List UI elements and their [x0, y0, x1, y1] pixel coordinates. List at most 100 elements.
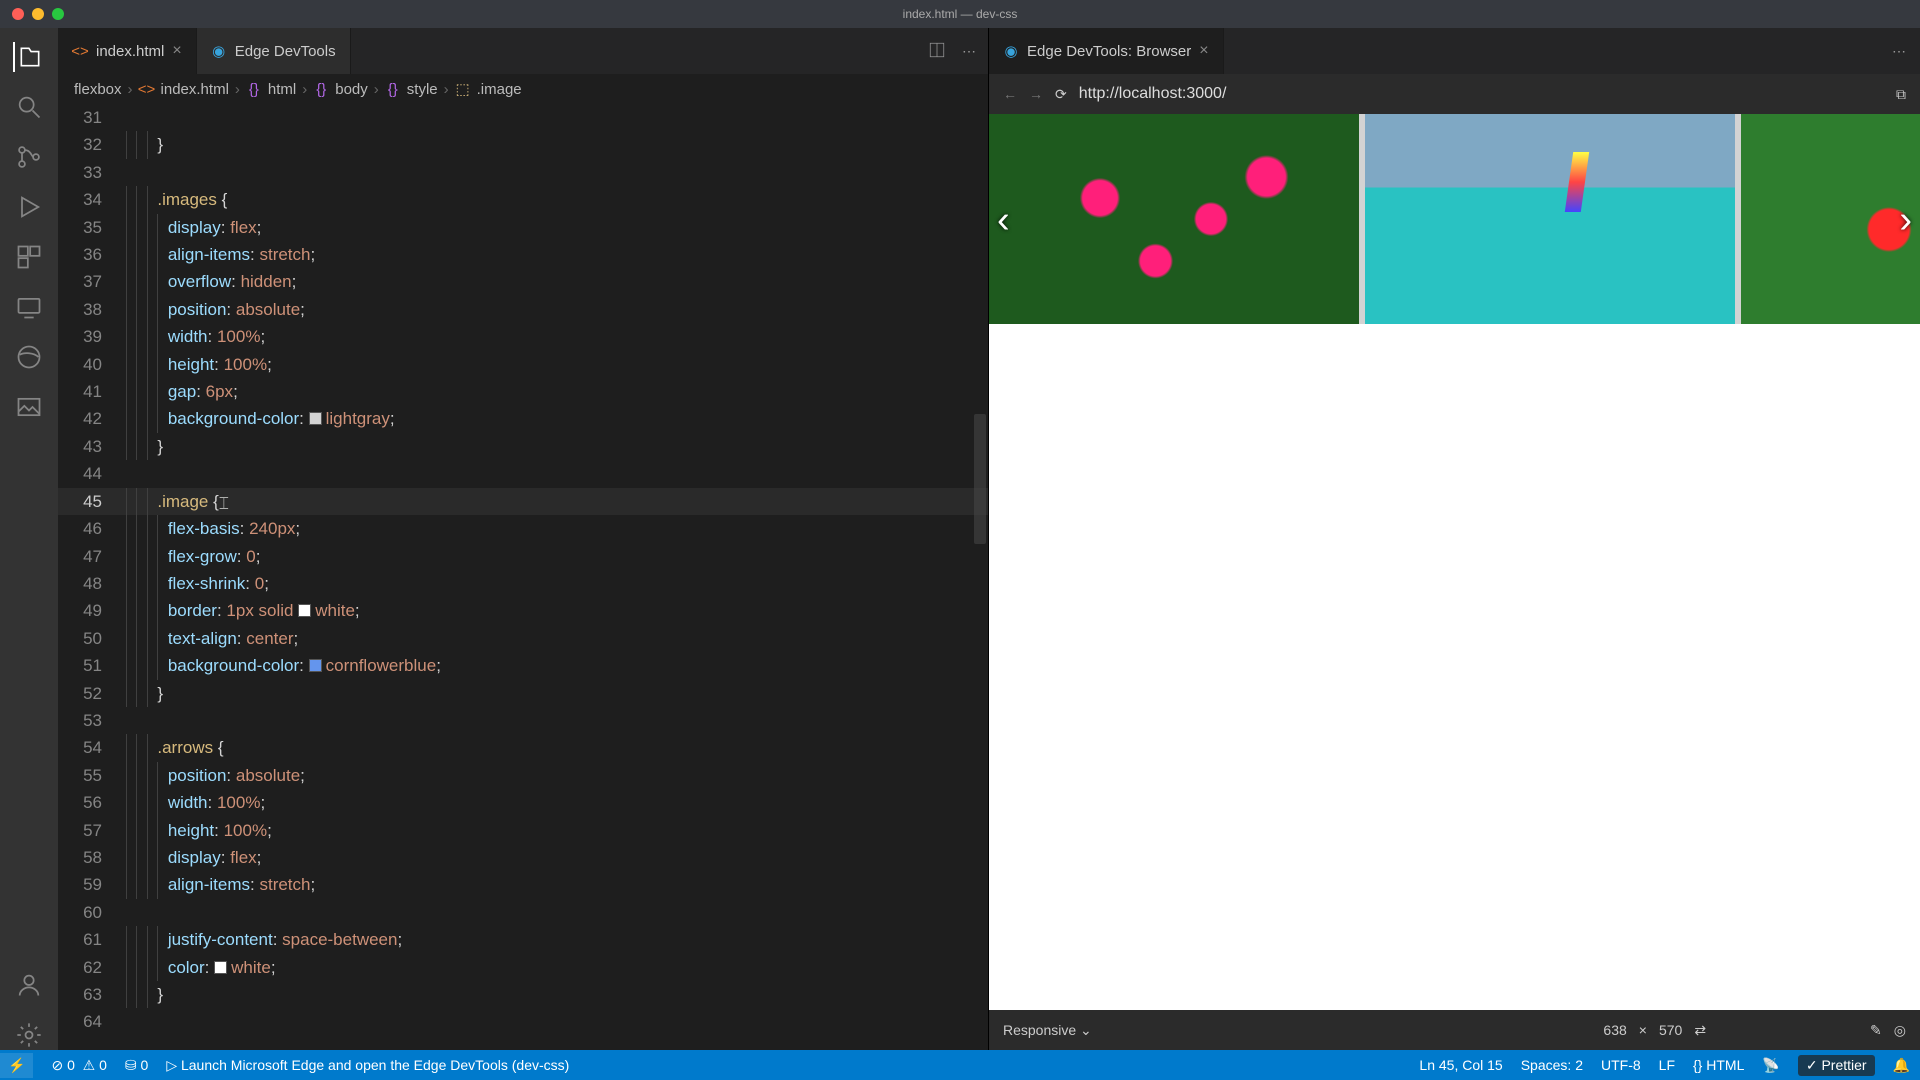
account-icon[interactable] — [14, 970, 44, 1000]
remote-icon[interactable] — [14, 292, 44, 322]
maximize-window-button[interactable] — [52, 8, 64, 20]
open-external-icon[interactable]: ⧉ — [1896, 86, 1906, 103]
code-line[interactable]: 39 width: 100%; — [58, 323, 988, 350]
code-line[interactable]: 38 position: absolute; — [58, 296, 988, 323]
code-line[interactable]: 55 position: absolute; — [58, 762, 988, 789]
inspect-icon[interactable]: ✎ — [1870, 1022, 1882, 1039]
code-line[interactable]: 47 flex-grow: 0; — [58, 543, 988, 570]
notifications-icon[interactable]: 🔔 — [1893, 1057, 1910, 1074]
editor-pane: <> index.html × ◉ Edge DevTools ⋯ flexbo… — [58, 28, 988, 1050]
code-line[interactable]: 41 gap: 6px; — [58, 378, 988, 405]
run-debug-icon[interactable] — [14, 192, 44, 222]
prettier-status[interactable]: ✓ Prettier — [1798, 1055, 1875, 1076]
preview-viewport[interactable]: ‹ › — [989, 114, 1920, 1010]
screencast-icon[interactable]: ◎ — [1894, 1022, 1906, 1039]
code-line[interactable]: 48 flex-shrink: 0; — [58, 570, 988, 597]
breadcrumb[interactable]: flexbox› <> index.html› {} html› {} body… — [58, 74, 988, 104]
activity-bar — [0, 28, 58, 1050]
more-actions-icon[interactable]: ⋯ — [1892, 43, 1906, 60]
preview-image — [1741, 114, 1920, 324]
code-line[interactable]: 58 display: flex; — [58, 844, 988, 871]
breadcrumb-item[interactable]: flexbox — [74, 81, 122, 98]
breadcrumb-item[interactable]: body — [335, 81, 368, 98]
url-bar[interactable]: http://localhost:3000/ — [1079, 85, 1884, 103]
preview-image — [989, 114, 1359, 324]
viewport-height[interactable]: 570 — [1659, 1022, 1682, 1038]
forward-button[interactable]: → — [1029, 86, 1043, 102]
code-line[interactable]: 62 color: white; — [58, 954, 988, 981]
code-block-icon: {} — [246, 81, 262, 97]
encoding-status[interactable]: UTF-8 — [1601, 1057, 1641, 1073]
minimize-window-button[interactable] — [32, 8, 44, 20]
language-mode[interactable]: {} HTML — [1693, 1057, 1744, 1073]
code-line[interactable]: 46 flex-basis: 240px; — [58, 515, 988, 542]
go-live-icon[interactable]: 📡 — [1762, 1057, 1779, 1074]
code-editor[interactable]: 3132 }3334 .images {35 display: flex;36 … — [58, 104, 988, 1050]
reload-button[interactable]: ⟳ — [1055, 86, 1067, 103]
code-line[interactable]: 40 height: 100%; — [58, 351, 988, 378]
code-line[interactable]: 42 background-color: lightgray; — [58, 405, 988, 432]
eol-status[interactable]: LF — [1659, 1057, 1675, 1073]
more-actions-icon[interactable]: ⋯ — [962, 43, 976, 60]
css-class-icon: ⬚ — [455, 81, 471, 97]
code-line[interactable]: 53 — [58, 707, 988, 734]
close-window-button[interactable] — [12, 8, 24, 20]
code-line[interactable]: 32 } — [58, 131, 988, 158]
code-line[interactable]: 56 width: 100%; — [58, 789, 988, 816]
code-line[interactable]: 33 — [58, 159, 988, 186]
code-line[interactable]: 63 } — [58, 981, 988, 1008]
viewport-width[interactable]: 638 — [1603, 1022, 1626, 1038]
code-line[interactable]: 43 } — [58, 433, 988, 460]
code-line[interactable]: 51 background-color: cornflowerblue; — [58, 652, 988, 679]
breadcrumb-item[interactable]: index.html — [161, 81, 229, 98]
vertical-scrollbar[interactable] — [972, 104, 988, 1050]
settings-gear-icon[interactable] — [14, 1020, 44, 1050]
breadcrumb-item[interactable]: html — [268, 81, 296, 98]
tab-edge-devtools[interactable]: ◉ Edge DevTools — [197, 28, 351, 74]
back-button[interactable]: ← — [1003, 86, 1017, 102]
code-line[interactable]: 57 height: 100%; — [58, 817, 988, 844]
ports-count[interactable]: ⛁ 0 — [125, 1057, 148, 1074]
code-line[interactable]: 31 — [58, 104, 988, 131]
breadcrumb-item[interactable]: .image — [477, 81, 522, 98]
remote-indicator[interactable]: ⚡ — [0, 1053, 33, 1078]
code-line[interactable]: 45 .image {⌶ — [58, 488, 988, 515]
search-icon[interactable] — [14, 92, 44, 122]
preview-pane: ◉ Edge DevTools: Browser × ⋯ ← → ⟳ http:… — [988, 28, 1920, 1050]
source-control-icon[interactable] — [14, 142, 44, 172]
image-icon[interactable] — [14, 392, 44, 422]
code-line[interactable]: 59 align-items: stretch; — [58, 871, 988, 898]
rotate-icon[interactable]: ⇄ — [1694, 1022, 1706, 1039]
chevron-down-icon: ⌄ — [1080, 1022, 1092, 1038]
cursor-position[interactable]: Ln 45, Col 15 — [1419, 1057, 1502, 1073]
breadcrumb-item[interactable]: style — [407, 81, 438, 98]
code-line[interactable]: 44 — [58, 460, 988, 487]
code-line[interactable]: 64 — [58, 1008, 988, 1035]
next-arrow-icon[interactable]: › — [1899, 199, 1912, 242]
code-line[interactable]: 52 } — [58, 680, 988, 707]
code-line[interactable]: 60 — [58, 899, 988, 926]
code-line[interactable]: 34 .images { — [58, 186, 988, 213]
code-line[interactable]: 35 display: flex; — [58, 214, 988, 241]
close-tab-icon[interactable]: × — [172, 42, 181, 60]
code-line[interactable]: 50 text-align: center; — [58, 625, 988, 652]
tab-edge-browser[interactable]: ◉ Edge DevTools: Browser × — [989, 28, 1224, 74]
launch-edge-status[interactable]: ▷ Launch Microsoft Edge and open the Edg… — [166, 1057, 569, 1074]
close-tab-icon[interactable]: × — [1199, 42, 1208, 60]
extensions-icon[interactable] — [14, 242, 44, 272]
explorer-icon[interactable] — [13, 42, 43, 72]
code-line[interactable]: 49 border: 1px solid white; — [58, 597, 988, 624]
indentation-status[interactable]: Spaces: 2 — [1521, 1057, 1583, 1073]
edge-tools-icon[interactable] — [14, 342, 44, 372]
split-editor-icon[interactable] — [928, 41, 946, 62]
errors-count[interactable]: ⊘ 0 ⚠ 0 — [51, 1057, 106, 1074]
prev-arrow-icon[interactable]: ‹ — [997, 199, 1010, 242]
dimension-separator: × — [1639, 1022, 1647, 1038]
code-line[interactable]: 37 overflow: hidden; — [58, 268, 988, 295]
status-bar: ⚡ ⊘ 0 ⚠ 0 ⛁ 0 ▷ Launch Microsoft Edge an… — [0, 1050, 1920, 1080]
tab-index-html[interactable]: <> index.html × — [58, 28, 197, 74]
code-line[interactable]: 54 .arrows { — [58, 734, 988, 761]
code-line[interactable]: 36 align-items: stretch; — [58, 241, 988, 268]
device-mode-select[interactable]: Responsive ⌄ — [1003, 1022, 1092, 1039]
code-line[interactable]: 61 justify-content: space-between; — [58, 926, 988, 953]
